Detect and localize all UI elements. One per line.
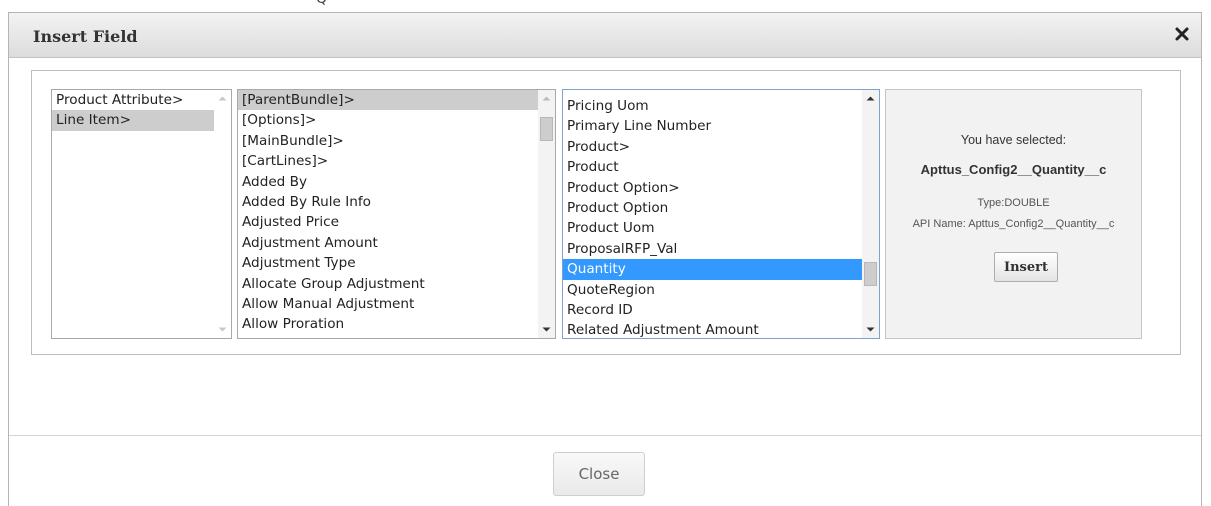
field-list-items: Pricing Uom Primary Line Number Product> Pr… [563,96,862,338]
list-option[interactable]: [MainBundle]> [238,131,538,151]
list-option[interactable]: Product Option [563,198,862,218]
scroll-up-arrow-icon[interactable] [214,90,231,107]
list-option[interactable]: Primary Line Number [563,116,862,136]
scroll-up-arrow-icon[interactable] [862,90,879,107]
list-option[interactable]: [ParentBundle]> [238,90,538,111]
related-object-listbox[interactable]: [ParentBundle]> [Options]> [MainBundle]> [C… [237,89,556,339]
list-option[interactable]: Added By Rule Info [238,192,538,212]
related-list-items: [ParentBundle]> [Options]> [MainBundle]> [C… [238,90,538,338]
list-option[interactable]: QuoteRegion [563,280,862,300]
list-option[interactable]: Product [563,157,862,177]
background-text-fragment: Q [316,0,327,7]
dialog-title: Insert Field [33,27,138,46]
close-x-icon[interactable] [1173,25,1191,43]
list-option[interactable]: Quantity [563,259,862,280]
related-scroll-thumb[interactable] [540,117,553,141]
list-option[interactable]: Record ID [563,300,862,320]
list-option[interactable]: Line Item> [52,110,214,131]
list-option[interactable]: Allocate Group Adjustment [238,274,538,294]
list-option[interactable]: Product> [563,137,862,157]
selection-heading: You have selected: [960,133,1067,147]
list-option[interactable]: [CartLines]> [238,151,538,171]
list-option[interactable]: Related Adjustment Amount [563,320,862,338]
insert-button[interactable]: Insert [994,252,1058,282]
field-type: Type:DOUBLE [977,197,1050,209]
scroll-down-arrow-icon[interactable] [862,321,879,338]
close-button[interactable]: Close [553,452,645,496]
list-option[interactable]: Product Uom [563,218,862,238]
list-option[interactable]: Pricing Uom [563,96,862,116]
list-option[interactable]: Product Attribute> [52,90,214,110]
list-option[interactable]: Added By [238,172,538,192]
list-option[interactable]: ProposalRFP_Val [563,239,862,259]
scroll-down-arrow-icon[interactable] [538,321,555,338]
object-listbox[interactable]: Product Attribute> Line Item> [51,89,232,339]
list-option[interactable]: Adjustment Amount [238,233,538,253]
insert-field-dialog: Insert Field Product Attribute> Line Item… [8,12,1202,506]
footer-divider [9,435,1201,436]
object-list-items: Product Attribute> Line Item> [52,90,214,338]
selected-field-name: Apttus_Config2__Quantity__c [920,162,1107,177]
list-option[interactable]: [Options]> [238,110,538,130]
scroll-down-arrow-icon[interactable] [214,321,231,338]
related-list-scrollbar[interactable] [538,90,555,338]
scroll-up-arrow-icon[interactable] [538,90,555,107]
list-option[interactable]: Product Option> [563,178,862,198]
list-option[interactable]: Adjusted Price [238,212,538,232]
field-list-scrollbar[interactable] [862,90,879,338]
field-api-name: API Name: Apttus_Config2__Quantity__c [912,218,1115,230]
object-list-scrollbar[interactable] [214,90,231,338]
list-option[interactable]: Adjustment Type [238,253,538,273]
dialog-titlebar: Insert Field [9,13,1201,58]
field-listbox[interactable]: Pricing Uom Primary Line Number Product> Pr… [562,89,880,339]
list-option[interactable]: Allow Proration [238,314,538,334]
selection-info-panel: You have selected: Apttus_Config2__Quant… [885,89,1142,339]
field-scroll-thumb[interactable] [864,262,877,286]
list-option[interactable]: Allow Manual Adjustment [238,294,538,314]
